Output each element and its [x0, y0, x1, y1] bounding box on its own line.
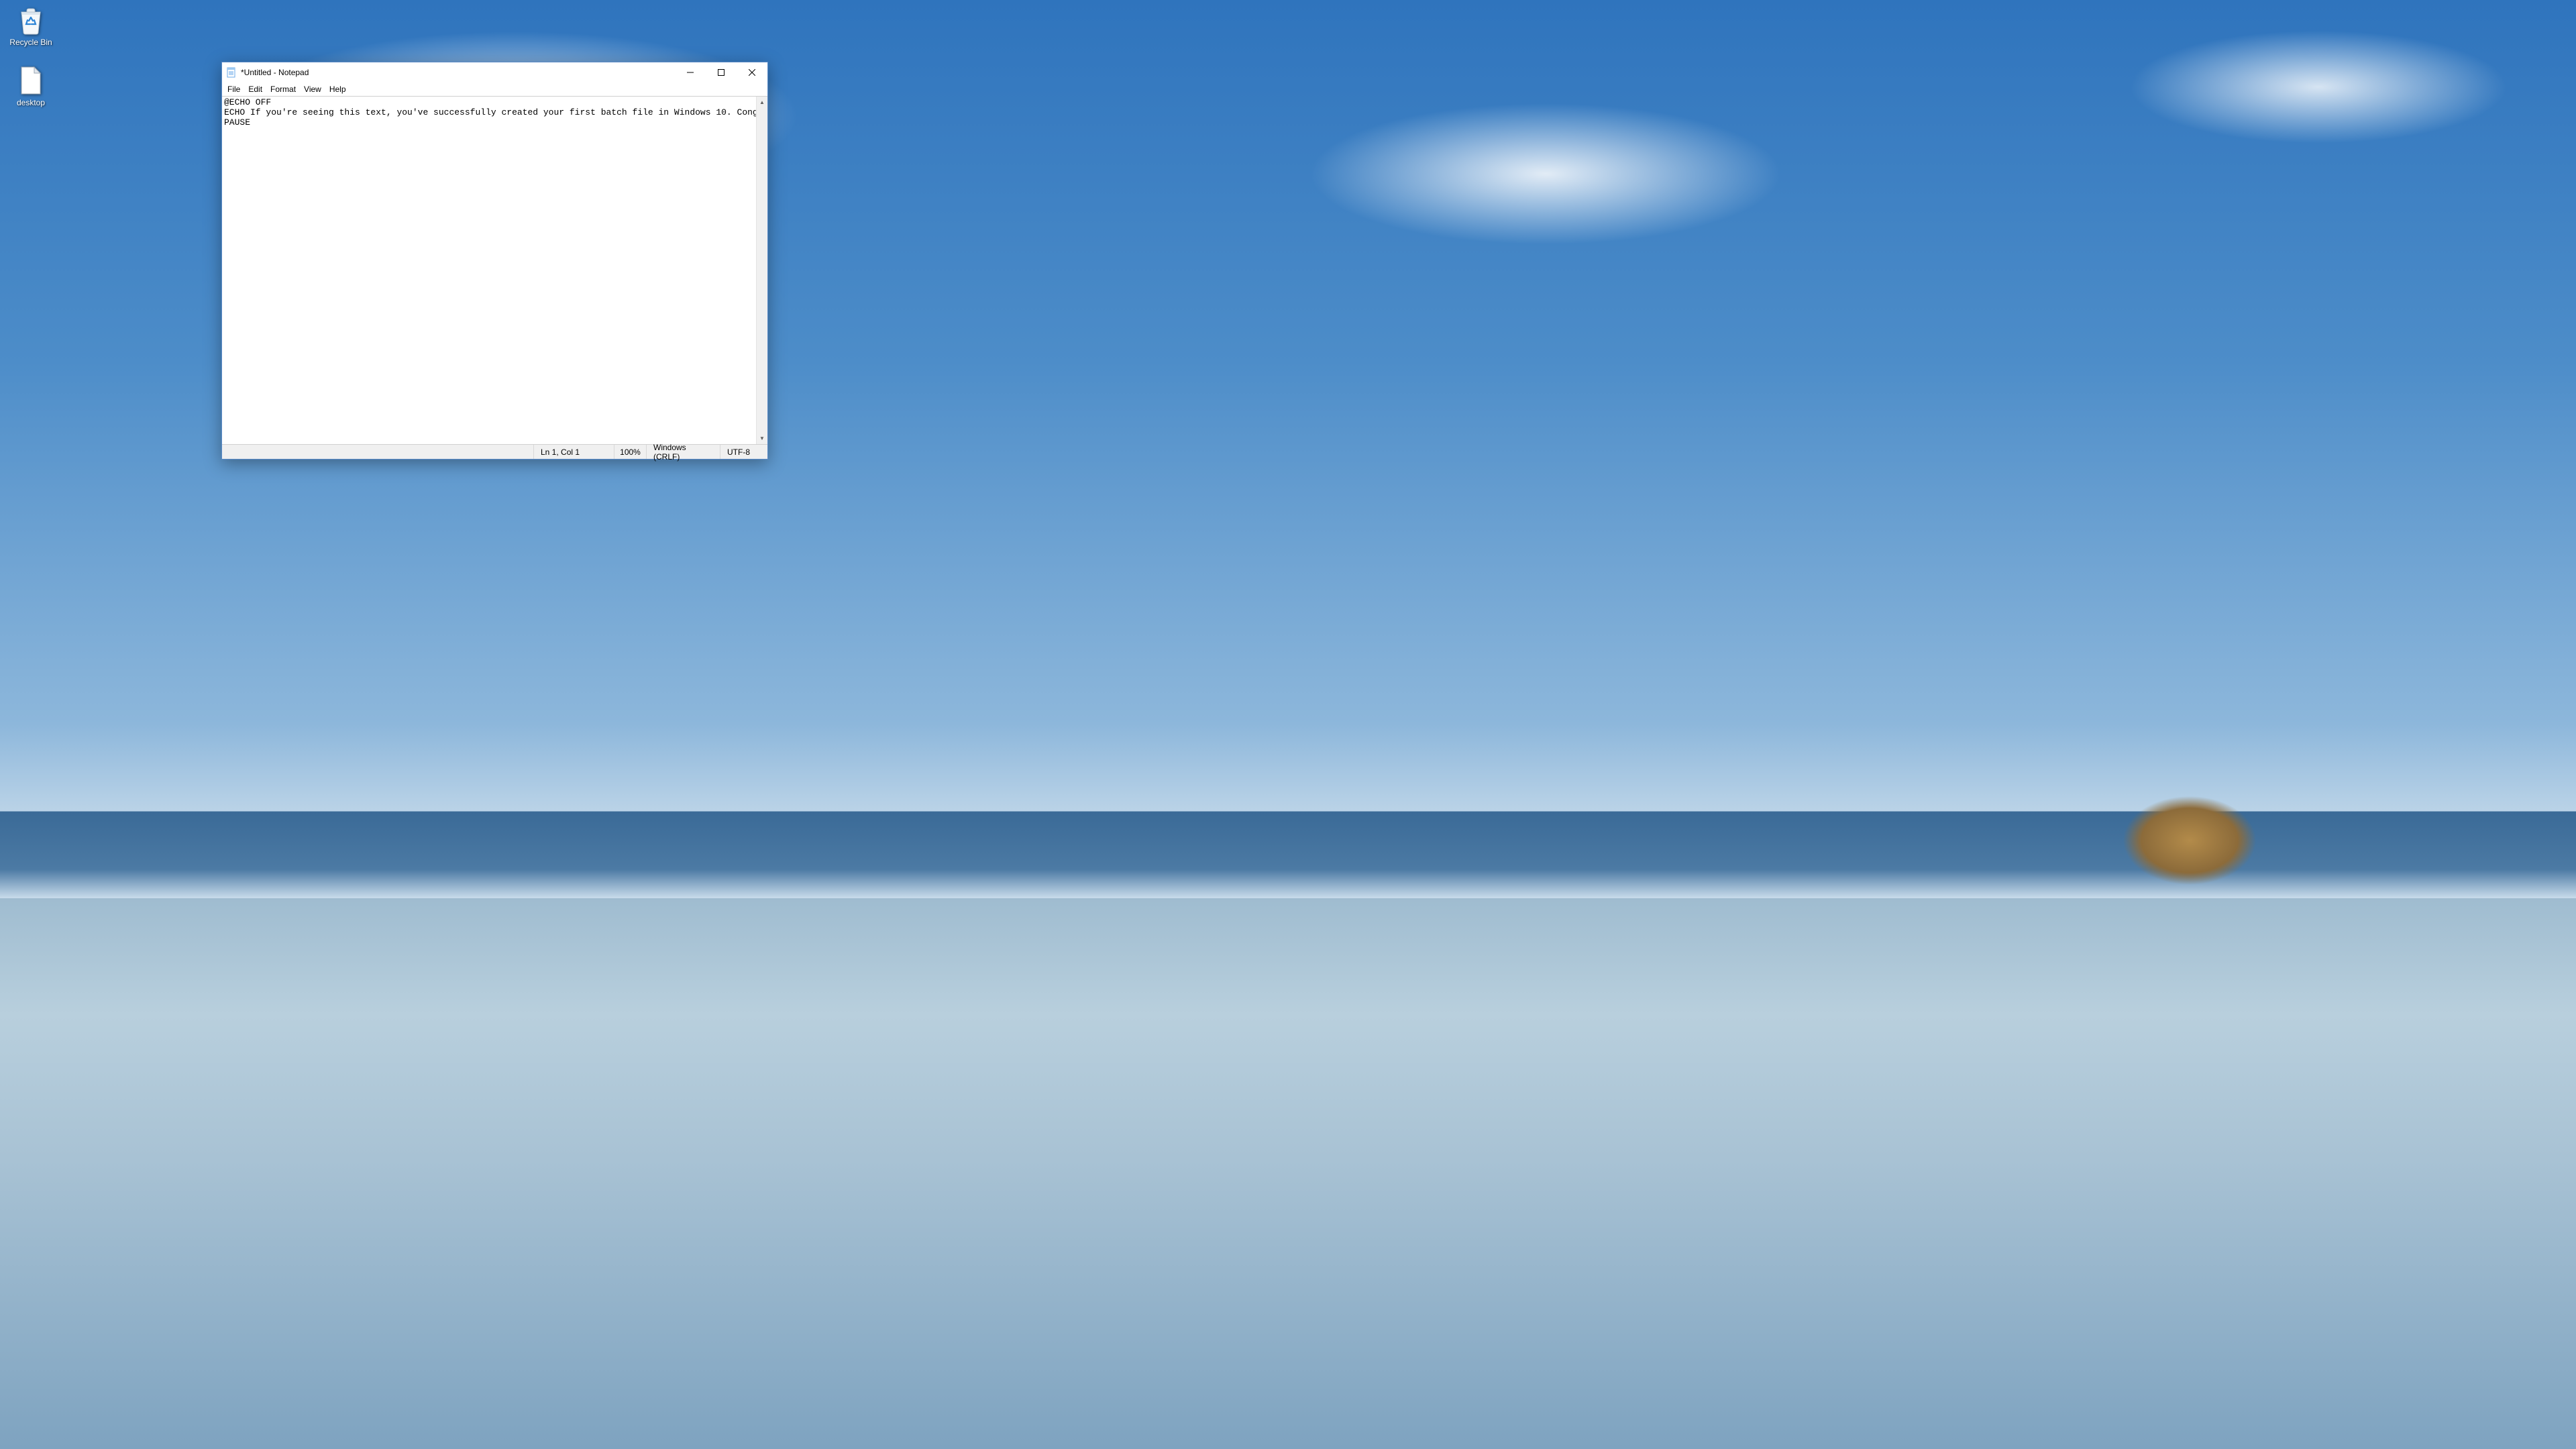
status-line-ending: Windows (CRLF): [647, 445, 720, 459]
menu-view[interactable]: View: [300, 84, 325, 95]
recycle-bin-icon[interactable]: Recycle Bin: [5, 5, 56, 47]
recycle-bin-glyph: [16, 5, 46, 35]
scroll-up-icon[interactable]: ▲: [757, 97, 767, 108]
menu-file[interactable]: File: [223, 84, 244, 95]
minimize-button[interactable]: [675, 62, 706, 83]
window-title: *Untitled - Notepad: [241, 68, 309, 77]
status-position: Ln 1, Col 1: [534, 445, 614, 459]
scroll-down-icon[interactable]: ▼: [757, 433, 767, 444]
close-button[interactable]: [737, 62, 767, 83]
status-encoding: UTF-8: [720, 445, 767, 459]
desktop-file-label: desktop: [17, 98, 45, 107]
statusbar: Ln 1, Col 1 100% Windows (CRLF) UTF-8: [222, 444, 767, 459]
menu-format[interactable]: Format: [266, 84, 300, 95]
notepad-icon: [226, 67, 237, 78]
status-zoom: 100%: [614, 445, 647, 459]
menu-edit[interactable]: Edit: [244, 84, 266, 95]
text-editor[interactable]: [222, 97, 756, 444]
editor-area: ▲ ▼: [222, 96, 767, 444]
recycle-bin-label: Recycle Bin: [9, 38, 52, 47]
status-spacer: [222, 445, 534, 459]
window-controls: [675, 62, 767, 83]
titlebar[interactable]: *Untitled - Notepad: [222, 62, 767, 83]
notepad-window: *Untitled - Notepad File Edit Format Vie…: [221, 62, 768, 460]
menu-help[interactable]: Help: [325, 84, 350, 95]
vertical-scrollbar[interactable]: ▲ ▼: [756, 97, 767, 444]
desktop-file-icon[interactable]: desktop: [5, 66, 56, 107]
desktop-icons: Recycle Bin desktop: [5, 5, 56, 107]
maximize-button[interactable]: [706, 62, 737, 83]
menubar: File Edit Format View Help: [222, 83, 767, 96]
file-glyph: [16, 66, 46, 95]
